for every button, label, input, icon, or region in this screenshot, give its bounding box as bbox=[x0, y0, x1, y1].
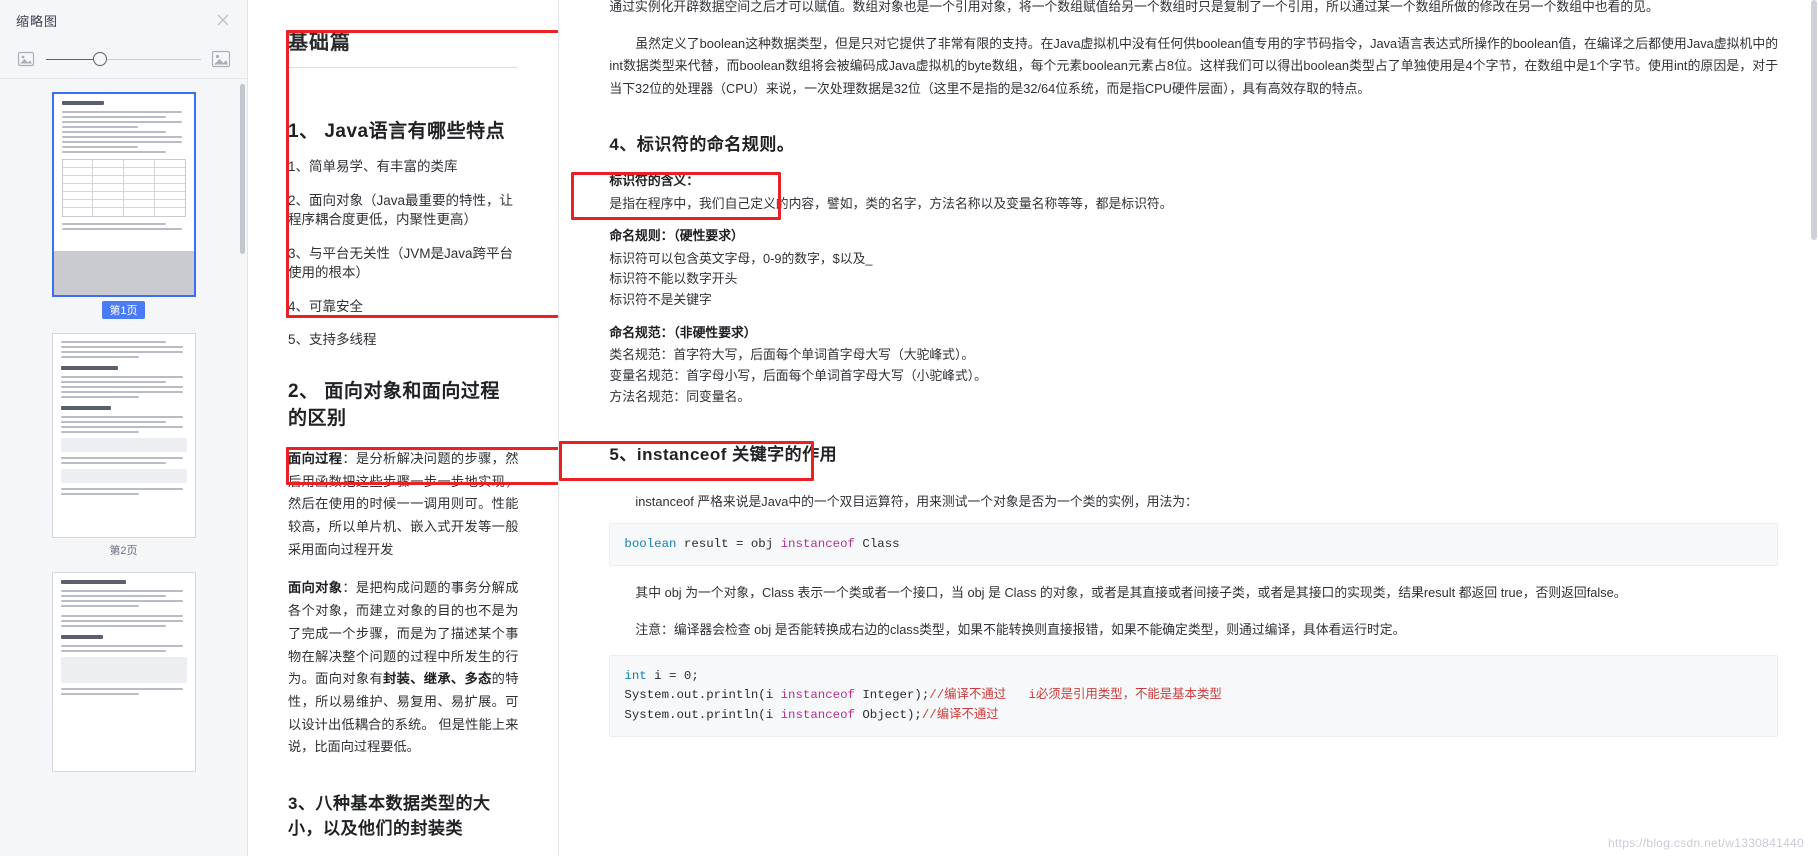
document-viewer-app: 缩略图 第1页 第2页 基础篇 1、 Java语言有哪些特点 1、简单易学、有丰… bbox=[0, 0, 1818, 856]
label-naming-rules: 命名规则：（硬性要求） bbox=[609, 228, 744, 244]
code-block-instanceof-usage: boolean result = obj instanceof Class bbox=[609, 523, 1778, 567]
sidebar-divider bbox=[0, 78, 247, 79]
naming-rule-item: 标识符不是关键字 bbox=[609, 292, 712, 308]
thumbnail-page-label: 第2页 bbox=[109, 545, 138, 557]
section-heading-2: 2、 面向对象和面向过程的区别 bbox=[288, 380, 500, 429]
code-keyword-instanceof-3: instanceof bbox=[780, 707, 855, 722]
paragraph-process-oriented: 面向过程：是分析解决问题的步骤，然后用函数把这些步骤一步一步地实现，然后在使用的… bbox=[288, 448, 518, 562]
image-large-icon[interactable] bbox=[211, 50, 231, 68]
paragraph-instanceof-intro: instanceof 严格来说是Java中的一个双目运算符，用来测试一个对象是否… bbox=[635, 493, 1198, 509]
code-comment-2: //编译不通过 bbox=[921, 707, 999, 722]
list-item[interactable]: 第2页 bbox=[0, 333, 247, 572]
thumbnail-page-label: 第1页 bbox=[102, 301, 145, 319]
label-naming-conventions: 命名规范：（非硬性要求） bbox=[609, 324, 757, 340]
thumbnail-list[interactable]: 第1页 第2页 bbox=[0, 80, 247, 856]
text-object-oriented-bold: 封装、继承、多态 bbox=[383, 671, 492, 687]
naming-convention-item: 变量名规范：首字母小写，后面每个单词首字母大写（小驼峰式）。 bbox=[609, 368, 987, 384]
naming-rule-item: 标识符不能以数字开头 bbox=[609, 271, 738, 287]
naming-rule-item: 标识符可以包含英文字母，0-9的数字，$以及_ bbox=[609, 250, 873, 266]
code-keyword-int: int bbox=[624, 669, 647, 684]
section-heading-3: 3、八种基本数据类型的大小，以及他们的封装类 bbox=[288, 794, 491, 839]
naming-convention-item: 方法名规范：同变量名。 bbox=[609, 388, 751, 404]
slider-knob[interactable] bbox=[92, 52, 107, 66]
paragraph-instanceof-explain-1: 其中 obj 为一个对象，Class 表示一个类或者一个接口，当 obj 是 C… bbox=[635, 585, 1627, 601]
list-item: 2、面向对象（Java最重要的特性，让程序耦合度更低，内聚性更高） bbox=[288, 192, 514, 228]
naming-convention-item: 类名规范：首字符大写，后面每个单词首字母大写（大驼峰式）。 bbox=[609, 347, 975, 363]
thumbnail-page-1[interactable] bbox=[51, 92, 196, 297]
paragraph-object-oriented: 面向对象：是把构成问题的事务分解成各个对象，而建立对象的目的也不是为了完成一个步… bbox=[288, 577, 518, 759]
code-block-instanceof-example: int i = 0; System.out.println(i instance… bbox=[609, 655, 1778, 737]
section-heading-4: 4、标识符的命名规则。 bbox=[609, 135, 795, 155]
code-comment-1: //编译不通过 i必须是引用类型，不能是基本类型 bbox=[929, 688, 1222, 703]
label-identifier-meaning: 标识符的含义： bbox=[609, 173, 699, 189]
watermark-text: https://blog.csdn.net/w1330841440 bbox=[1607, 836, 1804, 850]
paragraph-instanceof-explain-2: 注意：编译器会检查 obj 是否能转换成右边的class类型，如果不能转换则直接… bbox=[635, 621, 1406, 637]
label-object-oriented: 面向对象 bbox=[288, 580, 343, 596]
paragraph-boolean-type: 虽然定义了boolean这种数据类型，但是只对它提供了非常有限的支持。在Java… bbox=[609, 35, 1778, 96]
list-item: 4、可靠安全 bbox=[288, 298, 364, 314]
list-item: 1、简单易学、有丰富的类库 bbox=[288, 159, 458, 174]
image-small-icon[interactable] bbox=[16, 50, 36, 68]
text-process-oriented: ：是分析解决问题的步骤，然后用函数把这些步骤一步一步地实现，然后在使用的时候一一… bbox=[288, 450, 519, 557]
code-keyword-instanceof: instanceof bbox=[780, 537, 855, 552]
slider-filled bbox=[46, 58, 99, 60]
page-title: 基础篇 bbox=[288, 32, 351, 54]
thumbnail-sidebar: 缩略图 第1页 第2页 bbox=[0, 0, 248, 856]
sidebar-scrollbar[interactable] bbox=[240, 84, 245, 254]
page-column-right: 通过实例化开辟数据空间之后才可以赋值。数组对象也是一个引用对象，将一个数组赋值给… bbox=[559, 0, 1818, 856]
section-heading-5: 5、instanceof 关键字的作用 bbox=[609, 444, 838, 464]
thumbnail-zoom-bar bbox=[0, 40, 247, 78]
list-item[interactable] bbox=[0, 572, 247, 776]
thumbnail-page-2[interactable] bbox=[51, 333, 196, 538]
title-divider bbox=[288, 67, 519, 68]
page-column-left: 基础篇 1、 Java语言有哪些特点 1、简单易学、有丰富的类库 2、面向对象（… bbox=[248, 0, 559, 856]
code-keyword-instanceof-2: instanceof bbox=[780, 688, 855, 703]
close-icon[interactable] bbox=[215, 12, 231, 28]
document-pages: 基础篇 1、 Java语言有哪些特点 1、简单易学、有丰富的类库 2、面向对象（… bbox=[248, 0, 1818, 856]
text-identifier-meaning: 是指在程序中，我们自己定义的内容，譬如，类的名字，方法名称以及变量名称等等，都是… bbox=[609, 195, 1173, 211]
section-heading-1: 1、 Java语言有哪些特点 bbox=[288, 121, 506, 142]
thumbnail-header: 缩略图 bbox=[0, 0, 247, 40]
list-item: 5、支持多线程 bbox=[288, 332, 377, 348]
list-item[interactable]: 第1页 bbox=[0, 92, 247, 333]
thumbnail-panel-title: 缩略图 bbox=[16, 13, 59, 29]
viewer-scrollbar[interactable] bbox=[1811, 0, 1817, 240]
code-keyword-boolean: boolean bbox=[624, 537, 677, 552]
list-item: 3、与平台无关性（JVM是Java跨平台使用的根本） bbox=[288, 245, 514, 281]
thumbnail-zoom-slider[interactable] bbox=[46, 50, 201, 68]
label-process-oriented: 面向过程 bbox=[288, 450, 343, 466]
thumbnail-page-3[interactable] bbox=[51, 572, 196, 772]
paragraph-array-reference: 通过实例化开辟数据空间之后才可以赋值。数组对象也是一个引用对象，将一个数组赋值给… bbox=[609, 0, 1659, 14]
